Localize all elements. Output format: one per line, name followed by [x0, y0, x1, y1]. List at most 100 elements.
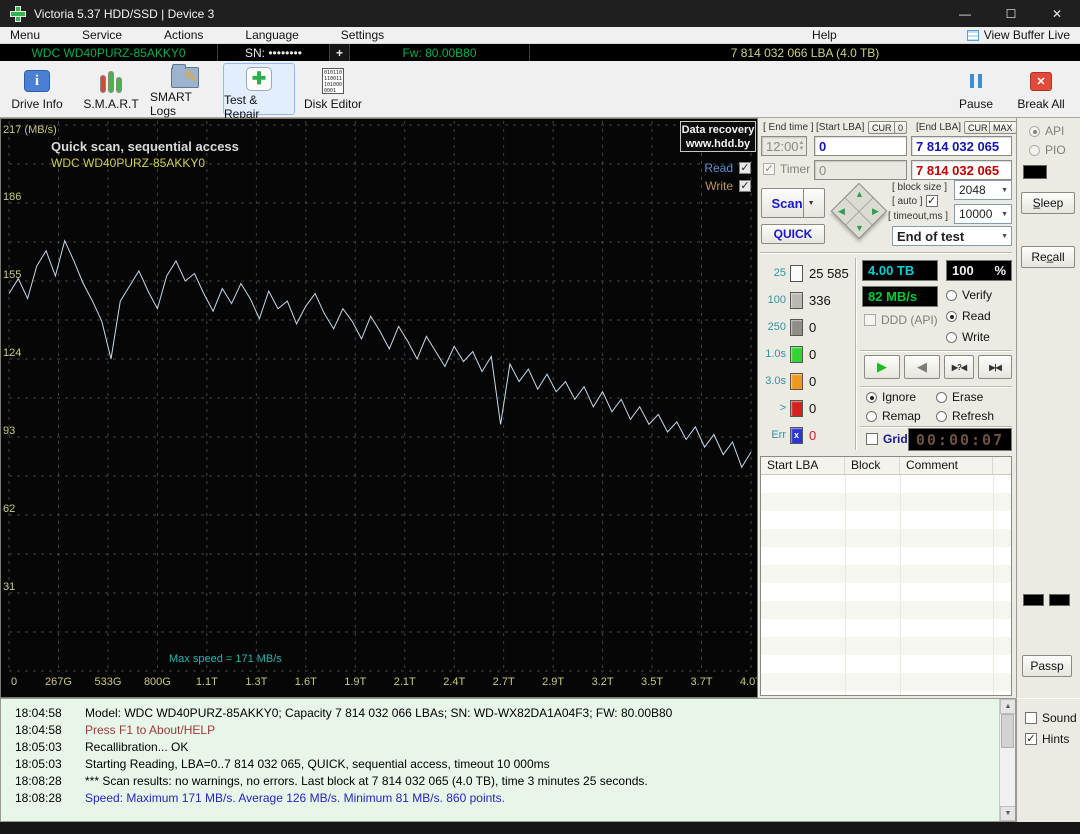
- refresh-radio[interactable]: Refresh: [936, 409, 994, 423]
- speed-lcd: 82 MB/s: [862, 286, 938, 307]
- max-speed-note: Max speed = 171 MB/s: [169, 653, 282, 665]
- graph-subtitle: WDC WD40PURZ-85AKKY0: [51, 156, 205, 170]
- axis-tick-label: 1.1T: [196, 676, 218, 688]
- menu-item-help[interactable]: Help: [802, 28, 847, 42]
- defect-table-body[interactable]: [761, 475, 1011, 695]
- drive-info-button[interactable]: iDrive Info: [1, 63, 73, 115]
- auto-checkbox[interactable]: [ auto ]✓: [892, 195, 938, 207]
- play-button[interactable]: ▶: [864, 355, 900, 379]
- passp-button[interactable]: Passp: [1022, 655, 1072, 677]
- timer-input[interactable]: 0: [814, 160, 907, 180]
- pio-radio[interactable]: PIO: [1029, 143, 1066, 157]
- pause-button[interactable]: Pause: [946, 63, 1006, 115]
- seek-up-button[interactable]: ▲: [855, 190, 864, 199]
- scroll-up-button[interactable]: ▲: [1000, 699, 1016, 714]
- counter-box[interactable]: [790, 346, 803, 363]
- log-entry: 18:08:28Speed: Maximum 171 MB/s. Average…: [1, 789, 1015, 806]
- block-size-select[interactable]: 2048▼: [954, 180, 1012, 200]
- axis-tick-label: 3.2T: [592, 676, 614, 688]
- remap-radio[interactable]: Remap: [866, 409, 921, 423]
- log-entry: 18:08:28*** Scan results: no warnings, n…: [1, 772, 1015, 789]
- end-time-spinner[interactable]: ▲▼: [799, 140, 805, 152]
- sound-checkbox[interactable]: Sound: [1025, 711, 1077, 725]
- seek-error-button[interactable]: ▶?◀: [944, 355, 974, 379]
- scan-button[interactable]: Scan ▼: [761, 188, 825, 218]
- end-lba-mirror-input[interactable]: 7 814 032 065: [911, 160, 1012, 180]
- write-radio[interactable]: Write: [946, 330, 990, 344]
- menu-item-language[interactable]: Language: [235, 28, 308, 42]
- erase-radio[interactable]: Erase: [936, 390, 983, 404]
- menu-item-actions[interactable]: Actions: [154, 28, 213, 42]
- read-radio[interactable]: Read: [946, 309, 991, 323]
- break-all-button[interactable]: ✕ Break All: [1008, 63, 1074, 115]
- maximize-button[interactable]: ☐: [988, 0, 1034, 27]
- counter-box[interactable]: [790, 373, 803, 390]
- smart-button[interactable]: S.M.A.R.T: [75, 63, 147, 115]
- end-lba-max-button[interactable]: MAX: [989, 121, 1017, 134]
- counter-box[interactable]: [790, 319, 803, 336]
- quick-button[interactable]: QUICK: [761, 224, 825, 244]
- log-scrollbar[interactable]: ▲ ▼: [999, 699, 1015, 821]
- pause-icon: [969, 73, 983, 89]
- counter-box[interactable]: [790, 400, 803, 417]
- end-of-test-select[interactable]: End of test▼: [892, 226, 1012, 246]
- title-bar: Victoria 5.37 HDD/SSD | Device 3 — ☐ ✕: [0, 0, 1080, 27]
- column-header-block[interactable]: Block: [845, 457, 900, 474]
- test-repair-button[interactable]: ✚Test & Repair: [223, 63, 295, 115]
- counter-row: Errx0: [758, 426, 816, 444]
- scroll-thumb[interactable]: [1001, 714, 1014, 748]
- start-lba-cur-button[interactable]: CUR: [868, 121, 896, 134]
- verify-radio[interactable]: Verify: [946, 288, 992, 302]
- api-radio[interactable]: API: [1029, 124, 1064, 138]
- sn-reveal-button[interactable]: +: [330, 44, 350, 61]
- recall-button[interactable]: Rec̲all: [1021, 246, 1075, 268]
- indicator-lcd-1: [1023, 594, 1044, 606]
- elapsed-time-lcd: 00:00:07: [908, 428, 1012, 451]
- start-lba-input[interactable]: 0: [814, 136, 907, 156]
- timeout-select[interactable]: 10000▼: [954, 204, 1012, 224]
- counter-row: 2500: [758, 318, 816, 336]
- disk-editor-icon: 010110 110011 101000 0001: [322, 68, 344, 94]
- log-entry: 18:05:03Starting Reading, LBA=0..7 814 0…: [1, 755, 1015, 772]
- vendor-badge: Data recovery www.hdd.by: [680, 121, 756, 152]
- counter-box[interactable]: [790, 265, 803, 282]
- status-mini-lcd: [1023, 165, 1047, 179]
- close-button[interactable]: ✕: [1034, 0, 1080, 27]
- start-lba-zero-button[interactable]: 0: [894, 121, 907, 134]
- counter-box[interactable]: [790, 292, 803, 309]
- menu-item-menu[interactable]: Menu: [0, 28, 50, 42]
- end-lba-cur-button[interactable]: CUR: [964, 121, 992, 134]
- separator: [760, 252, 1012, 254]
- menu-item-settings[interactable]: Settings: [331, 28, 394, 42]
- hints-checkbox[interactable]: ✓Hints: [1025, 732, 1069, 746]
- read-series-checkbox[interactable]: ✓: [739, 162, 751, 174]
- seek-right-button[interactable]: ▶: [872, 207, 879, 216]
- smart-logs-button[interactable]: SMART Logs: [149, 63, 221, 115]
- disk-editor-button[interactable]: 010110 110011 101000 0001Disk Editor: [297, 63, 369, 115]
- view-buffer-live-button[interactable]: View Buffer Live: [967, 28, 1070, 42]
- ddd-api-checkbox[interactable]: DDD (API): [864, 313, 938, 327]
- seek-left-button[interactable]: ◀: [838, 207, 845, 216]
- counter-box[interactable]: x: [790, 427, 803, 444]
- axis-tick-label: 3.5T: [641, 676, 663, 688]
- sleep-button[interactable]: S̲leep: [1021, 192, 1075, 214]
- column-header-comment[interactable]: Comment: [900, 457, 993, 474]
- indicator-lcd-2: [1049, 594, 1070, 606]
- grid-checkbox[interactable]: Grid: [866, 432, 908, 446]
- menu-item-service[interactable]: Service: [72, 28, 132, 42]
- counter-row: 2525 585: [758, 264, 849, 282]
- write-series-checkbox[interactable]: ✓: [739, 180, 751, 192]
- end-lba-input[interactable]: 7 814 032 065: [911, 136, 1012, 156]
- rewind-button[interactable]: ◀: [904, 355, 940, 379]
- log-entry: 18:05:03Recallibration... OK: [1, 738, 1015, 755]
- minimize-button[interactable]: —: [942, 0, 988, 27]
- seek-end-button[interactable]: ▶|◀: [978, 355, 1012, 379]
- ignore-radio[interactable]: Ignore: [866, 390, 916, 404]
- scroll-down-button[interactable]: ▼: [1000, 806, 1016, 821]
- seek-down-button[interactable]: ▼: [855, 224, 864, 233]
- timer-checkbox[interactable]: ✓Timer: [763, 162, 810, 176]
- scan-dropdown-arrow[interactable]: ▼: [803, 189, 819, 217]
- column-header-start-lba[interactable]: Start LBA: [761, 457, 845, 474]
- end-time-input[interactable]: 12:00 ▲▼: [761, 136, 807, 156]
- log-panel: 18:04:58Model: WDC WD40PURZ-85AKKY0; Cap…: [0, 698, 1016, 822]
